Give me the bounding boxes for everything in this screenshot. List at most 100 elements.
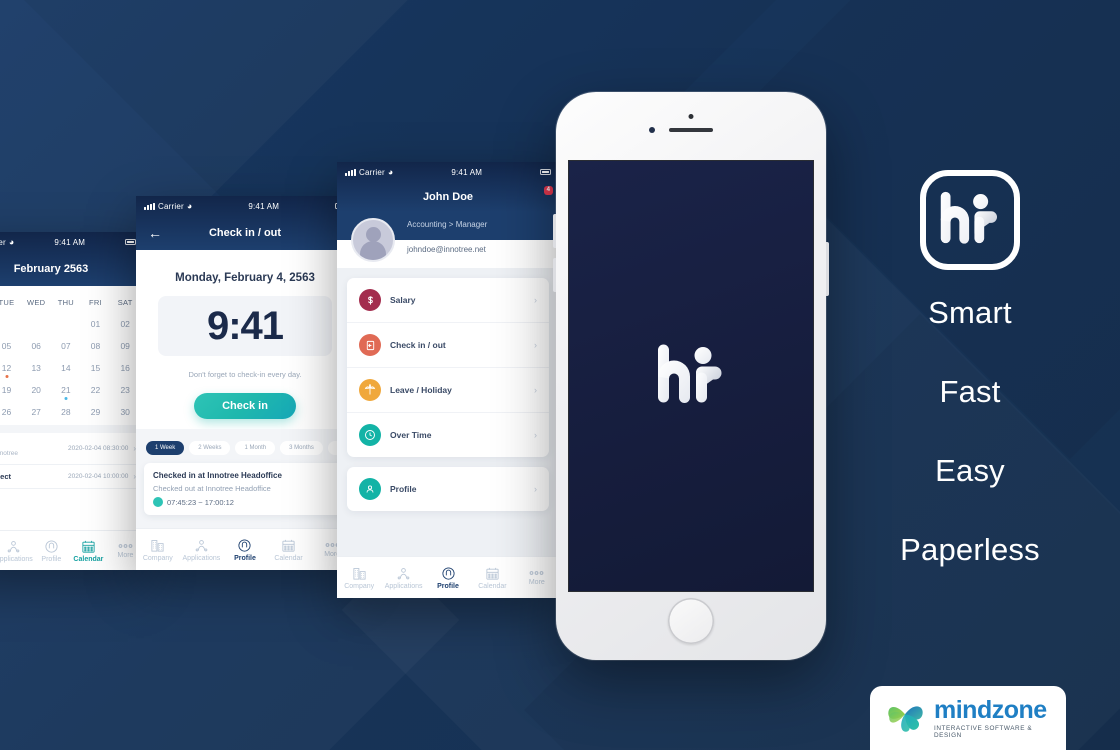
calendar-day-cell[interactable]: 08 bbox=[81, 335, 111, 357]
menu-item-leave-holiday[interactable]: Leave / Holiday › bbox=[347, 368, 549, 413]
tab-applications[interactable]: Applications bbox=[180, 529, 224, 570]
tab-profile[interactable]: Profile bbox=[33, 531, 70, 570]
iphone-screen[interactable] bbox=[568, 160, 814, 592]
tab-company[interactable]: Company bbox=[136, 529, 180, 570]
event-title: Meeting bbox=[0, 440, 18, 449]
signal-bars-icon bbox=[345, 168, 356, 176]
calendar-day-cell[interactable]: 19 bbox=[0, 379, 21, 401]
menu-item-over-time[interactable]: Over Time › bbox=[347, 413, 549, 457]
tab-profile[interactable]: Profile bbox=[223, 529, 267, 570]
calendar-day-cell[interactable]: 12 bbox=[0, 357, 21, 379]
battery-icon bbox=[124, 239, 136, 245]
carrier-label: Carrier bbox=[359, 167, 385, 177]
back-arrow-icon[interactable]: ← bbox=[148, 225, 162, 241]
screen-calendar[interactable]: Carrier ◕ 9:41 AM February 2563 MON TUE … bbox=[0, 232, 144, 570]
tab-applications[interactable]: Applications bbox=[381, 557, 425, 598]
chevron-right-icon: › bbox=[534, 295, 537, 305]
menu-item-label: Salary bbox=[390, 295, 416, 305]
wifi-icon: ◕ bbox=[387, 166, 394, 177]
power-button[interactable] bbox=[826, 242, 829, 296]
tab-more[interactable]: More bbox=[515, 557, 559, 598]
bottom-tab-bar[interactable]: CompanyApplicationsProfileCalendarMore bbox=[136, 528, 354, 570]
profile-title-bar: John Doe 4 bbox=[337, 182, 559, 212]
volume-up-button[interactable] bbox=[553, 214, 556, 248]
calendar-day-cell[interactable]: 13 bbox=[21, 357, 51, 379]
filter-chip[interactable]: 3 Months bbox=[280, 441, 323, 455]
day-number: 14 bbox=[61, 363, 71, 373]
day-number: 13 bbox=[31, 363, 41, 373]
calendar-day-cell[interactable]: 20 bbox=[21, 379, 51, 401]
tab-profile[interactable]: Profile bbox=[426, 557, 470, 598]
menu-item-profile[interactable]: Profile › bbox=[347, 467, 549, 511]
calendar-day-cell[interactable]: 06 bbox=[21, 335, 51, 357]
calendar-day-cell[interactable]: 27 bbox=[21, 401, 51, 423]
list-item[interactable]: Final Project 2020-02-04 10:00:00 › bbox=[0, 465, 144, 489]
applications-icon bbox=[6, 539, 21, 554]
poster-stage: Carrier ◕ 9:41 AM February 2563 MON TUE … bbox=[0, 0, 1120, 750]
checkin-time-range-row: 07:45:23 ~ 17:00:12 bbox=[153, 497, 337, 507]
tab-calendar[interactable]: Calendar bbox=[267, 529, 311, 570]
notification-badge[interactable]: 4 bbox=[543, 186, 553, 195]
tab-calendar[interactable]: Calendar bbox=[470, 557, 514, 598]
checkin-page-title: Check in / out bbox=[208, 227, 282, 239]
filter-chip[interactable]: 1 Week bbox=[146, 441, 185, 455]
calendar-grid[interactable]: MON TUE WED THU FRI SAT 0102040506070809… bbox=[0, 286, 144, 425]
profile-circle-icon bbox=[359, 478, 381, 500]
day-number: 12 bbox=[1, 363, 12, 373]
day-number: 27 bbox=[31, 407, 41, 417]
day-number: 30 bbox=[120, 407, 130, 417]
history-filter-chips[interactable]: 1 Week2 Weeks1 Month3 MonthsMore bbox=[136, 429, 354, 463]
wifi-icon: ◕ bbox=[8, 236, 15, 247]
day-number: 01 bbox=[90, 319, 101, 329]
calendar-day-cell[interactable]: 26 bbox=[0, 401, 21, 423]
home-button-icon[interactable] bbox=[668, 598, 714, 644]
screen-profile[interactable]: Carrier ◕ 9:41 AM John Doe 4 Accounting … bbox=[337, 162, 559, 598]
salary-icon bbox=[359, 289, 381, 311]
profile-menu-area[interactable]: Salary › Check in / out › Leave / Holiday › Ov… bbox=[337, 268, 559, 598]
checkin-header: Carrier ◕ 9:41 AM ← Check in / out bbox=[136, 196, 354, 250]
day-number: 28 bbox=[61, 407, 71, 417]
profile-menu-card-secondary[interactable]: Profile › bbox=[347, 467, 549, 511]
avatar[interactable] bbox=[351, 218, 395, 262]
calendar-day-cell[interactable]: 28 bbox=[51, 401, 81, 423]
filter-chip[interactable]: 1 Month bbox=[235, 441, 276, 455]
volume-down-button[interactable] bbox=[553, 258, 556, 292]
mindzone-name: mindzone bbox=[934, 695, 1047, 724]
profile-menu-card[interactable]: Salary › Check in / out › Leave / Holiday › Ov… bbox=[347, 278, 549, 457]
bottom-tab-bar[interactable]: CompanyApplicationsProfile Calendar More bbox=[337, 556, 559, 598]
calendar-day-cell[interactable]: 15 bbox=[81, 357, 111, 379]
menu-item-check-in-out[interactable]: Check in / out › bbox=[347, 323, 549, 368]
bottom-tab-bar[interactable]: CompanyApplicationsProfileCalendarMore bbox=[0, 530, 144, 570]
day-number: 19 bbox=[1, 385, 12, 395]
calendar-day-cell[interactable]: 07 bbox=[51, 335, 81, 357]
mindzone-tagline: INTERACTIVE SOFTWARE & DESIGN bbox=[934, 724, 1033, 739]
calendar-day-cell[interactable]: 05 bbox=[0, 335, 21, 357]
calendar-weeks[interactable]: 0102040506070809111213141516181920212223… bbox=[0, 313, 140, 423]
calendar-icon bbox=[281, 538, 296, 553]
menu-item-salary[interactable]: Salary › bbox=[347, 278, 549, 323]
check-in-button[interactable]: Check in bbox=[194, 393, 296, 419]
history-card[interactable]: Checked in at Innotree Headoffice Checke… bbox=[144, 463, 346, 515]
status-bar: Carrier ◕ 9:41 AM bbox=[0, 232, 144, 252]
calendar-week-row: 01 02 bbox=[0, 313, 140, 335]
calendar-day-cell[interactable]: 29 bbox=[81, 401, 111, 423]
tab-calendar[interactable]: Calendar bbox=[70, 531, 107, 570]
filter-chip[interactable]: 2 Weeks bbox=[189, 441, 231, 455]
calendar-day-cell[interactable]: 22 bbox=[81, 379, 111, 401]
tab-applications[interactable]: Applications bbox=[0, 531, 33, 570]
leave-holiday-icon bbox=[359, 379, 381, 401]
event-dot-icon bbox=[64, 397, 68, 400]
tab-company[interactable]: Company bbox=[337, 557, 381, 598]
profile-icon bbox=[237, 538, 252, 553]
screen-check-in-out[interactable]: Carrier ◕ 9:41 AM ← Check in / out Monda… bbox=[136, 196, 354, 570]
avatar-head-icon bbox=[365, 227, 381, 242]
weekday-label: FRI bbox=[89, 298, 103, 307]
calendar-event-list[interactable]: Meeting Location: Innotree 2020-02-04 08… bbox=[0, 433, 144, 489]
tab-label: Calendar bbox=[478, 582, 507, 590]
calendar-day-cell[interactable]: 14 bbox=[51, 357, 81, 379]
calendar-month-title: February 2563 bbox=[13, 263, 89, 275]
calendar-day-cell[interactable]: 21 bbox=[51, 379, 81, 401]
calendar-title-bar: February 2563 bbox=[0, 252, 144, 286]
calendar-day-cell[interactable]: 01 bbox=[81, 313, 111, 335]
list-item[interactable]: Meeting Location: Innotree 2020-02-04 08… bbox=[0, 433, 144, 465]
